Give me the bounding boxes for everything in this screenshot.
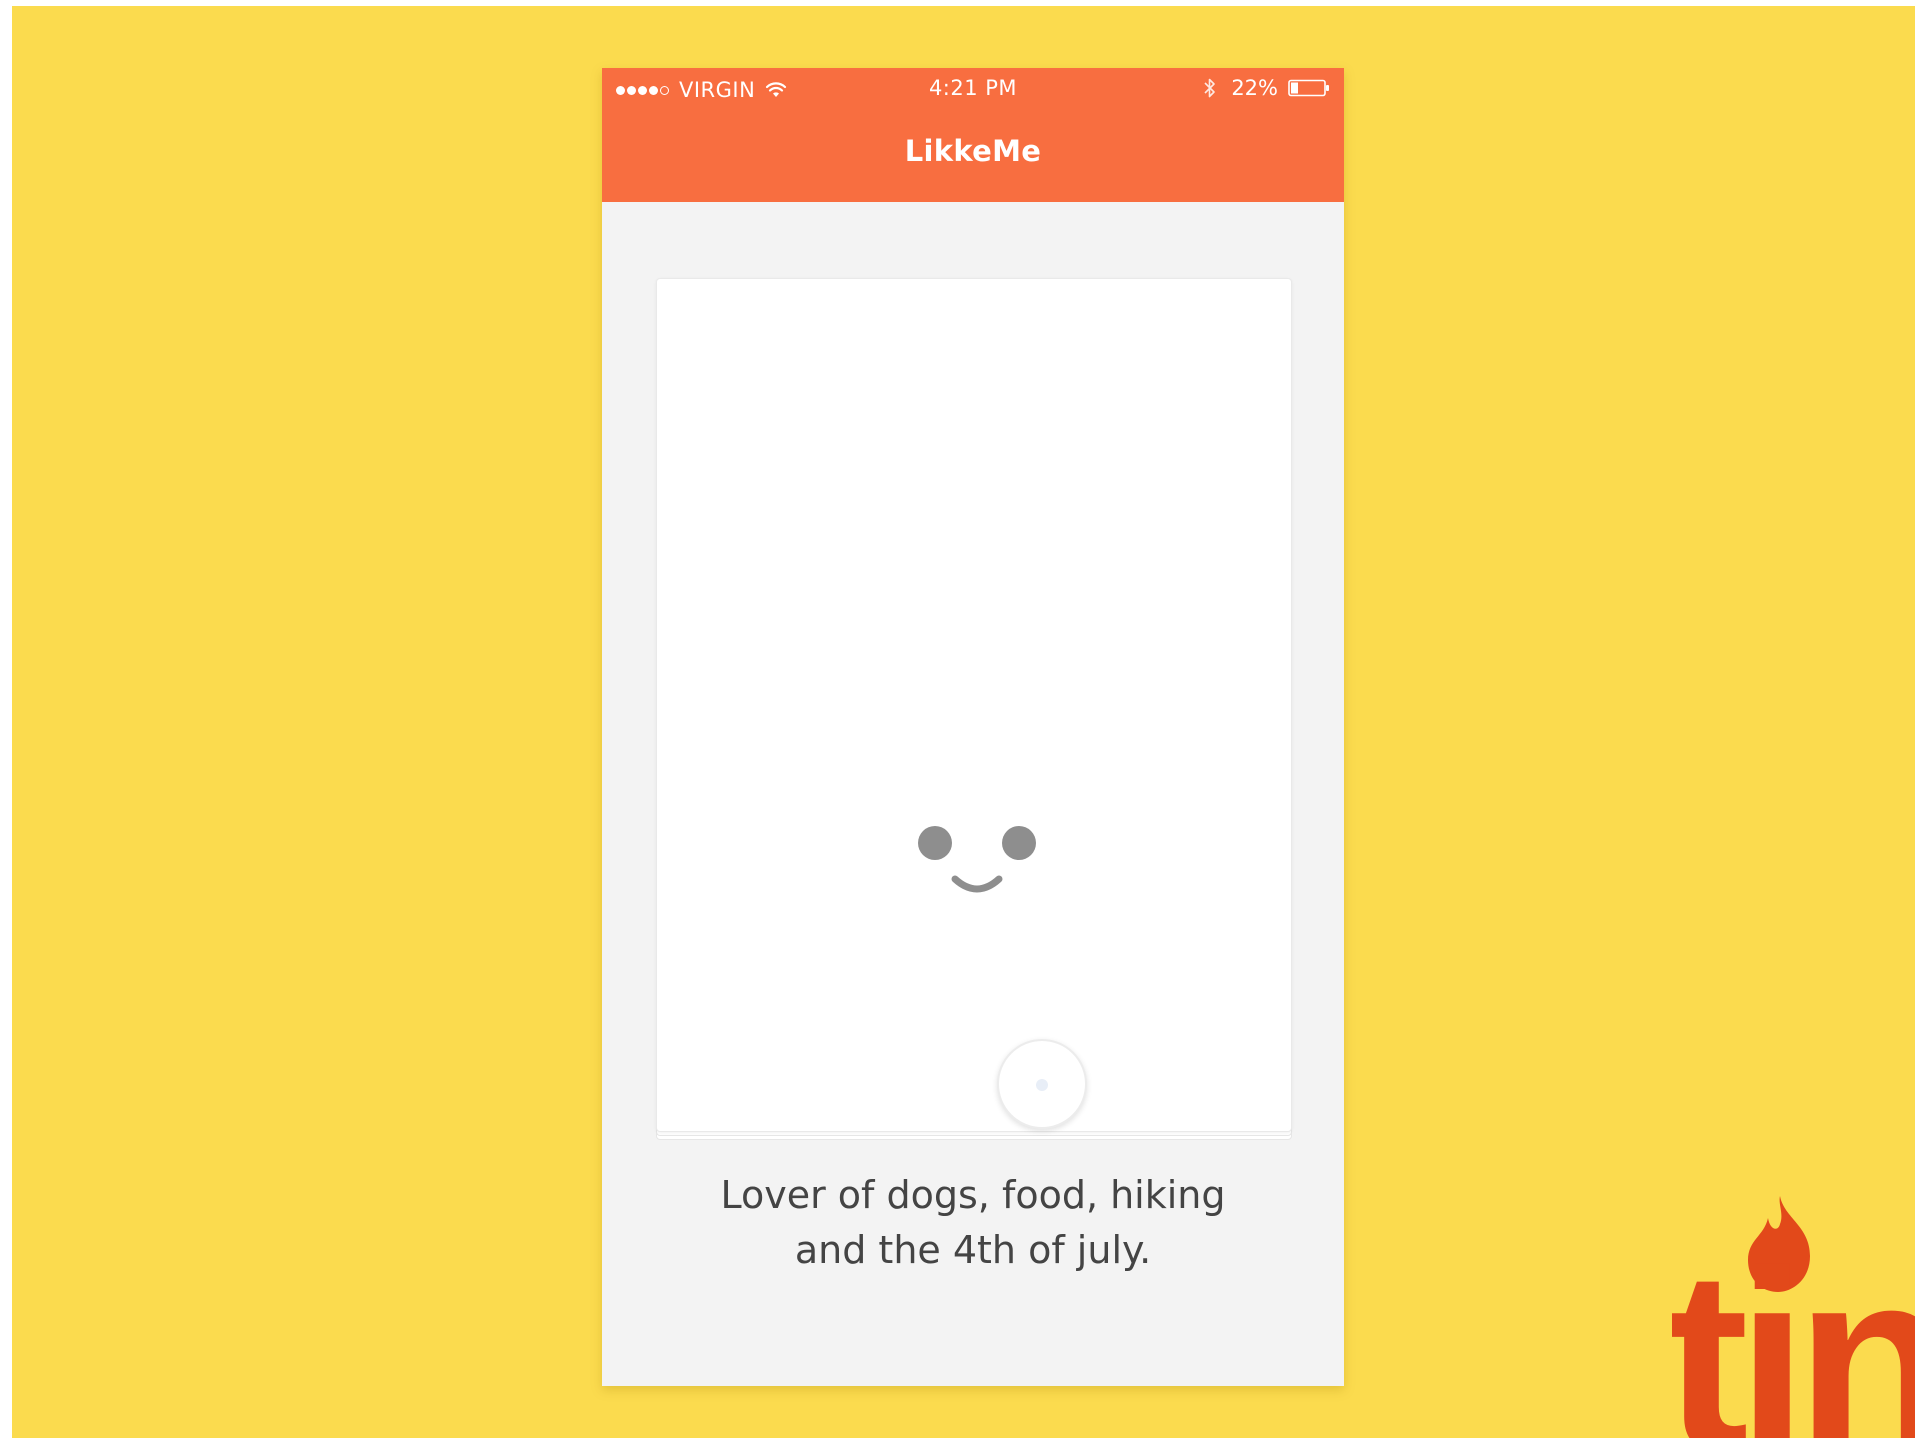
profile-card[interactable] bbox=[656, 278, 1292, 1132]
button-dot-icon bbox=[1036, 1079, 1048, 1091]
smiley-face-icon bbox=[918, 826, 1036, 893]
bluetooth-icon bbox=[1204, 78, 1216, 98]
bio-line: and the 4th of july. bbox=[794, 1228, 1152, 1272]
background-stage: VIRGIN 4:21 PM 22% LikkeMe Lover of dogs… bbox=[12, 6, 1915, 1438]
app-header: VIRGIN 4:21 PM 22% LikkeMe bbox=[602, 68, 1344, 202]
page-title: LikkeMe bbox=[904, 134, 1042, 168]
brand-logo: tin bbox=[1672, 1196, 1915, 1438]
battery-icon bbox=[1288, 79, 1329, 97]
status-bar: VIRGIN 4:21 PM 22% bbox=[602, 68, 1344, 108]
bio-line: Lover of dogs, food, hiking bbox=[720, 1173, 1226, 1217]
battery-percent: 22% bbox=[1231, 76, 1278, 100]
card-action-button[interactable] bbox=[997, 1039, 1087, 1129]
profile-bio: Lover of dogs, food, hiking and the 4th … bbox=[602, 1168, 1344, 1278]
status-right: 22% bbox=[1203, 76, 1330, 100]
phone-screen: VIRGIN 4:21 PM 22% LikkeMe Lover of dogs… bbox=[602, 68, 1344, 1386]
logo-text: tin bbox=[1672, 1218, 1915, 1438]
